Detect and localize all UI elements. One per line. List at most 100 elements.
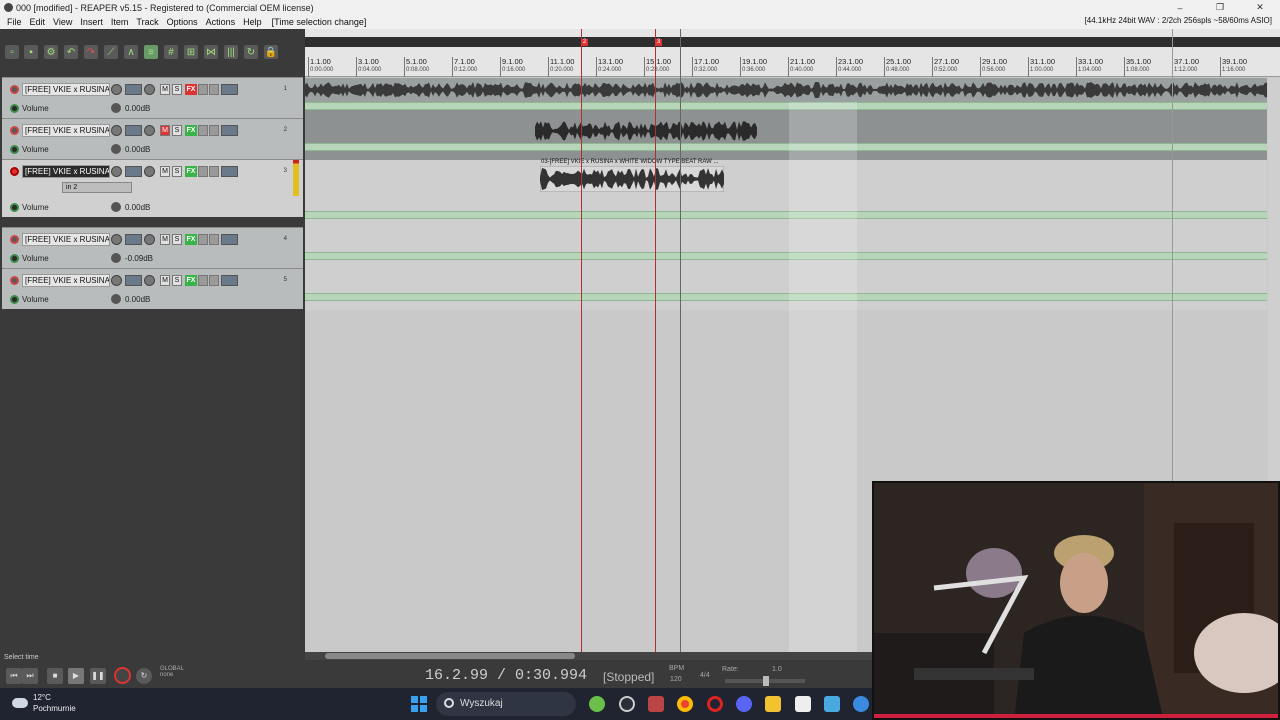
new-project-icon[interactable]: ▫ [5, 45, 19, 59]
envelope-knob[interactable] [111, 144, 121, 154]
chrome-icon[interactable] [677, 696, 693, 712]
envelope-lane-4[interactable] [305, 252, 1267, 260]
fx-button[interactable]: FX [185, 165, 197, 177]
envelope-lane-5[interactable] [305, 293, 1267, 301]
app-icon[interactable] [853, 696, 869, 712]
volume-knob[interactable] [111, 274, 122, 286]
lock-icon[interactable]: 🔒 [264, 45, 278, 59]
repeat-button[interactable]: ↻ [136, 668, 152, 684]
loop-icon[interactable]: ↻ [244, 45, 258, 59]
vertical-scrollbar[interactable] [1268, 77, 1280, 481]
pan-knob[interactable] [144, 124, 155, 136]
solo-button[interactable]: S [172, 83, 182, 95]
route-button[interactable] [125, 233, 142, 245]
mute-button[interactable]: M [160, 165, 170, 177]
fx-bypass-button[interactable] [198, 83, 208, 95]
menu-file[interactable]: File [3, 17, 26, 27]
volume-knob[interactable] [111, 165, 122, 177]
fx-button[interactable]: FX [185, 83, 197, 95]
track-name[interactable]: [FREE] VKIE x RUSINA x V [22, 273, 110, 287]
media-item-track-2[interactable] [535, 119, 757, 143]
record-arm-button[interactable] [10, 234, 19, 244]
solo-button[interactable]: S [172, 274, 182, 286]
pause-button[interactable]: ❚❚ [90, 668, 106, 684]
pan-knob[interactable] [144, 165, 155, 177]
track-5[interactable]: [FREE] VKIE x RUSINA x V M S FX 5 Volume… [2, 268, 303, 309]
timeline-ruler[interactable]: 1.1.00 0:00.000 3.1.00 0:04.000 5.1.00 0:08.0… [305, 29, 1280, 77]
menu-edit[interactable]: Edit [26, 17, 50, 27]
photo-app-icon[interactable] [648, 696, 664, 712]
record-button[interactable] [114, 667, 131, 684]
envelope-knob[interactable] [111, 294, 121, 304]
route-button[interactable] [125, 83, 142, 95]
region-marker-lane[interactable] [305, 37, 1280, 47]
envelope-knob[interactable] [111, 202, 121, 212]
rate-value[interactable]: 1.0 [772, 666, 782, 673]
fx-bypass-button[interactable] [198, 165, 208, 177]
save-icon[interactable]: ▪ [24, 45, 38, 59]
mute-button[interactable]: M [160, 124, 170, 136]
track-lane-5[interactable] [305, 269, 1267, 310]
envelope-lock-icon[interactable]: ⊞ [184, 45, 198, 59]
track-name[interactable]: [FREE] VKIE x RUSINA x V [22, 232, 110, 246]
timebase-icon[interactable]: ||| [224, 45, 238, 59]
close-button[interactable]: ✕ [1240, 0, 1280, 15]
go-to-start-button[interactable]: ⏮ [6, 668, 22, 684]
fx-bypass-button[interactable] [198, 274, 208, 286]
play-button[interactable]: ▶ [68, 668, 84, 684]
track-2[interactable]: [FREE] VKIE x RUSINA x V M S FX 2 Volume… [2, 118, 303, 159]
project-settings-icon[interactable]: ⚙ [44, 45, 58, 59]
taskbar-search[interactable]: Wyszukaj [436, 692, 576, 716]
phase-button[interactable] [209, 165, 219, 177]
envelope-knob[interactable] [111, 253, 121, 263]
track-3[interactable]: [FREE] VKIE x RUSINA x V M S FX 3 in 2 V… [2, 159, 303, 217]
metronome-icon[interactable]: ⟋ [104, 45, 118, 59]
horizontal-scrollbar[interactable] [305, 652, 872, 660]
edit-cursor[interactable] [680, 29, 681, 652]
minimize-button[interactable]: – [1160, 0, 1200, 15]
envelope-knob[interactable] [111, 103, 121, 113]
maximize-button[interactable]: ❐ [1200, 0, 1240, 15]
record-arm-button[interactable] [10, 275, 19, 285]
fx-bypass-button[interactable] [198, 124, 208, 136]
envelope-lane-2[interactable] [305, 143, 1267, 151]
ripple-icon[interactable]: ≡ [144, 45, 158, 59]
crossfade-icon[interactable]: ⋈ [204, 45, 218, 59]
weather-temperature[interactable]: 12°C [33, 693, 51, 702]
record-arm-button[interactable] [10, 125, 19, 135]
windows-start-icon[interactable] [411, 696, 427, 712]
menu-help[interactable]: Help [239, 17, 266, 27]
stop-button[interactable]: ■ [47, 668, 63, 684]
track-4[interactable]: [FREE] VKIE x RUSINA x V M S FX 4 Volume… [2, 227, 303, 268]
mute-button[interactable]: M [160, 274, 170, 286]
solo-button[interactable]: S [172, 124, 182, 136]
mute-button[interactable]: M [160, 83, 170, 95]
go-to-end-button[interactable]: ⏭ [22, 668, 38, 684]
time-signature[interactable]: 4/4 [700, 672, 710, 679]
file-explorer-icon[interactable] [765, 696, 781, 712]
menu-options[interactable]: Options [163, 17, 202, 27]
pan-knob[interactable] [144, 274, 155, 286]
record-arm-button[interactable] [10, 166, 19, 176]
envelope-lane-1[interactable] [305, 102, 1267, 110]
track-lane-4[interactable] [305, 228, 1267, 269]
media-item-track-1[interactable] [305, 78, 1267, 102]
input-select[interactable]: in 2 [62, 181, 132, 193]
trim-button[interactable] [221, 83, 238, 95]
track-name[interactable]: [FREE] VKIE x RUSINA x V [22, 82, 110, 96]
global-automation[interactable]: GLOBAL none [160, 666, 184, 678]
time-selection[interactable] [789, 78, 857, 652]
phase-button[interactable] [209, 274, 219, 286]
grid-icon[interactable]: # [164, 45, 178, 59]
volume-knob[interactable] [111, 83, 122, 95]
rate-slider[interactable] [725, 676, 805, 686]
envelope-arm-icon[interactable] [10, 103, 19, 113]
route-button[interactable] [125, 165, 142, 177]
redo-icon[interactable]: ↷ [84, 45, 98, 59]
transport-position[interactable]: 16.2.99 / 0:30.994 [425, 667, 587, 684]
marker-2[interactable]: 2 [581, 39, 588, 46]
fx-button[interactable]: FX [185, 274, 197, 286]
track-lane-2[interactable] [305, 119, 1267, 160]
undo-icon[interactable]: ↶ [64, 45, 78, 59]
snap-icon[interactable]: ∧ [124, 45, 138, 59]
